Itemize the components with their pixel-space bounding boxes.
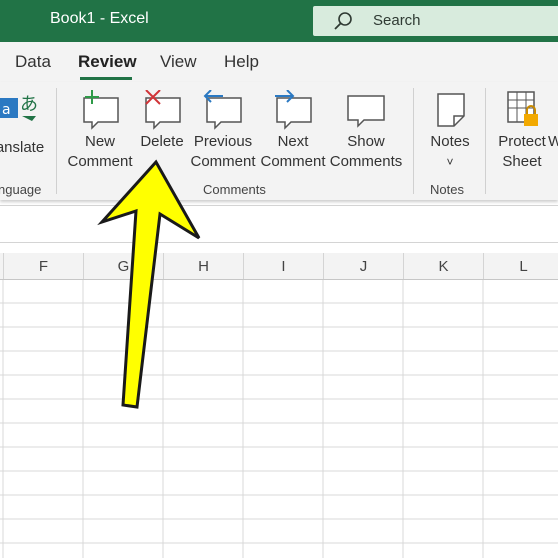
annotation-arrow [97, 159, 201, 409]
